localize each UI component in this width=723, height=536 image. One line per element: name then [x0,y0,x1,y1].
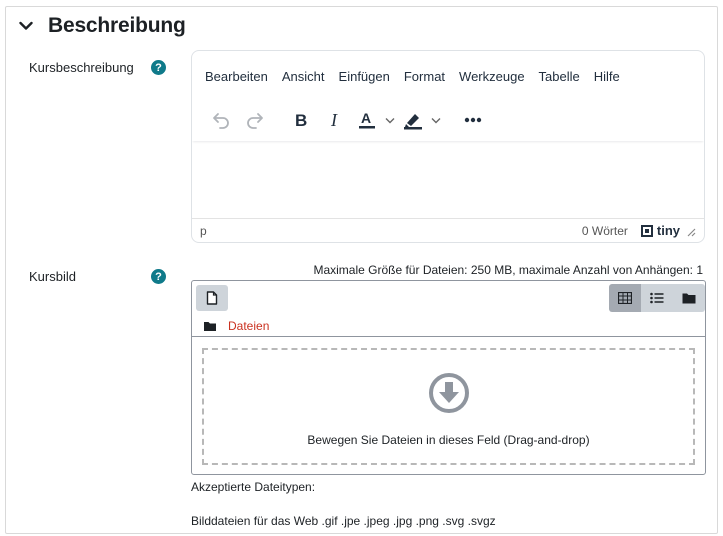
file-manager-toolbar [192,281,705,313]
menu-hilfe[interactable]: Hilfe [594,69,620,84]
tiny-brand: tiny [656,223,680,238]
italic-icon[interactable]: I [318,105,352,135]
folder-icon [204,322,216,331]
file-manager: Dateien Bewegen Sie Dateien in dieses Fe… [191,280,706,475]
menu-einfuegen[interactable]: Einfügen [339,69,390,84]
word-count[interactable]: 0 Wörter [582,224,628,238]
section-title: Beschreibung [48,14,186,37]
text-color-icon[interactable]: A [352,105,382,135]
menu-ansicht[interactable]: Ansicht [282,69,325,84]
download-arrow-icon [428,372,470,417]
svg-text:B: B [295,111,307,129]
folder-view-icon[interactable] [673,284,705,312]
rich-text-editor: Bearbeiten Ansicht Einfügen Format Werkz… [191,50,705,243]
element-path[interactable]: p [200,224,207,238]
breadcrumb-files-link[interactable]: Dateien [228,319,269,333]
accepted-types-title: Akzeptierte Dateitypen: [191,480,316,494]
course-image-label: Kursbild [29,269,76,284]
course-description-label: Kursbeschreibung [29,60,134,75]
form-section: Beschreibung Kursbeschreibung ? Bearbeit… [5,6,718,534]
chevron-down-icon[interactable] [428,105,444,135]
question-circle-icon[interactable]: ? [151,60,166,75]
file-icon [206,291,218,305]
divider [192,336,705,337]
breadcrumb: Dateien [204,319,269,333]
menu-werkzeuge[interactable]: Werkzeuge [459,69,525,84]
chevron-down-icon[interactable] [382,105,398,135]
redo-icon[interactable] [238,105,272,135]
svg-text:I: I [330,111,338,129]
accepted-types-list: Bilddateien für das Web .gif .jpe .jpeg … [191,514,496,528]
editor-toolbar: B I A [192,99,704,141]
menu-tabelle[interactable]: Tabelle [539,69,580,84]
editor-statusbar: p 0 Wörter tiny [192,218,704,242]
editor-menubar: Bearbeiten Ansicht Einfügen Format Werkz… [192,51,704,99]
section-header[interactable]: Beschreibung [18,14,186,38]
highlight-split[interactable] [398,105,444,135]
highlight-icon[interactable] [398,105,428,135]
tiny-logo-icon [640,224,653,237]
list-view-icon[interactable] [641,284,673,312]
add-file-button[interactable] [196,285,228,311]
svg-text:A: A [361,110,371,126]
chevron-down-icon[interactable] [18,18,34,34]
text-color-split[interactable]: A [352,105,398,135]
drop-zone-text: Bewegen Sie Dateien in dieses Feld (Drag… [307,433,590,447]
view-switcher [609,284,705,312]
undo-icon[interactable] [204,105,238,135]
menu-format[interactable]: Format [404,69,445,84]
editor-content-area[interactable] [192,141,704,219]
max-size-info: Maximale Größe für Dateien: 250 MB, maxi… [313,263,703,277]
bold-icon[interactable]: B [284,105,318,135]
menu-bearbeiten[interactable]: Bearbeiten [205,69,268,84]
question-circle-icon[interactable]: ? [151,269,166,284]
tiny-logo[interactable]: tiny [640,223,680,238]
drop-zone[interactable]: Bewegen Sie Dateien in dieses Feld (Drag… [202,348,695,465]
grid-view-icon[interactable] [609,284,641,312]
resize-handle-icon[interactable] [686,226,696,236]
more-icon[interactable] [456,105,490,135]
